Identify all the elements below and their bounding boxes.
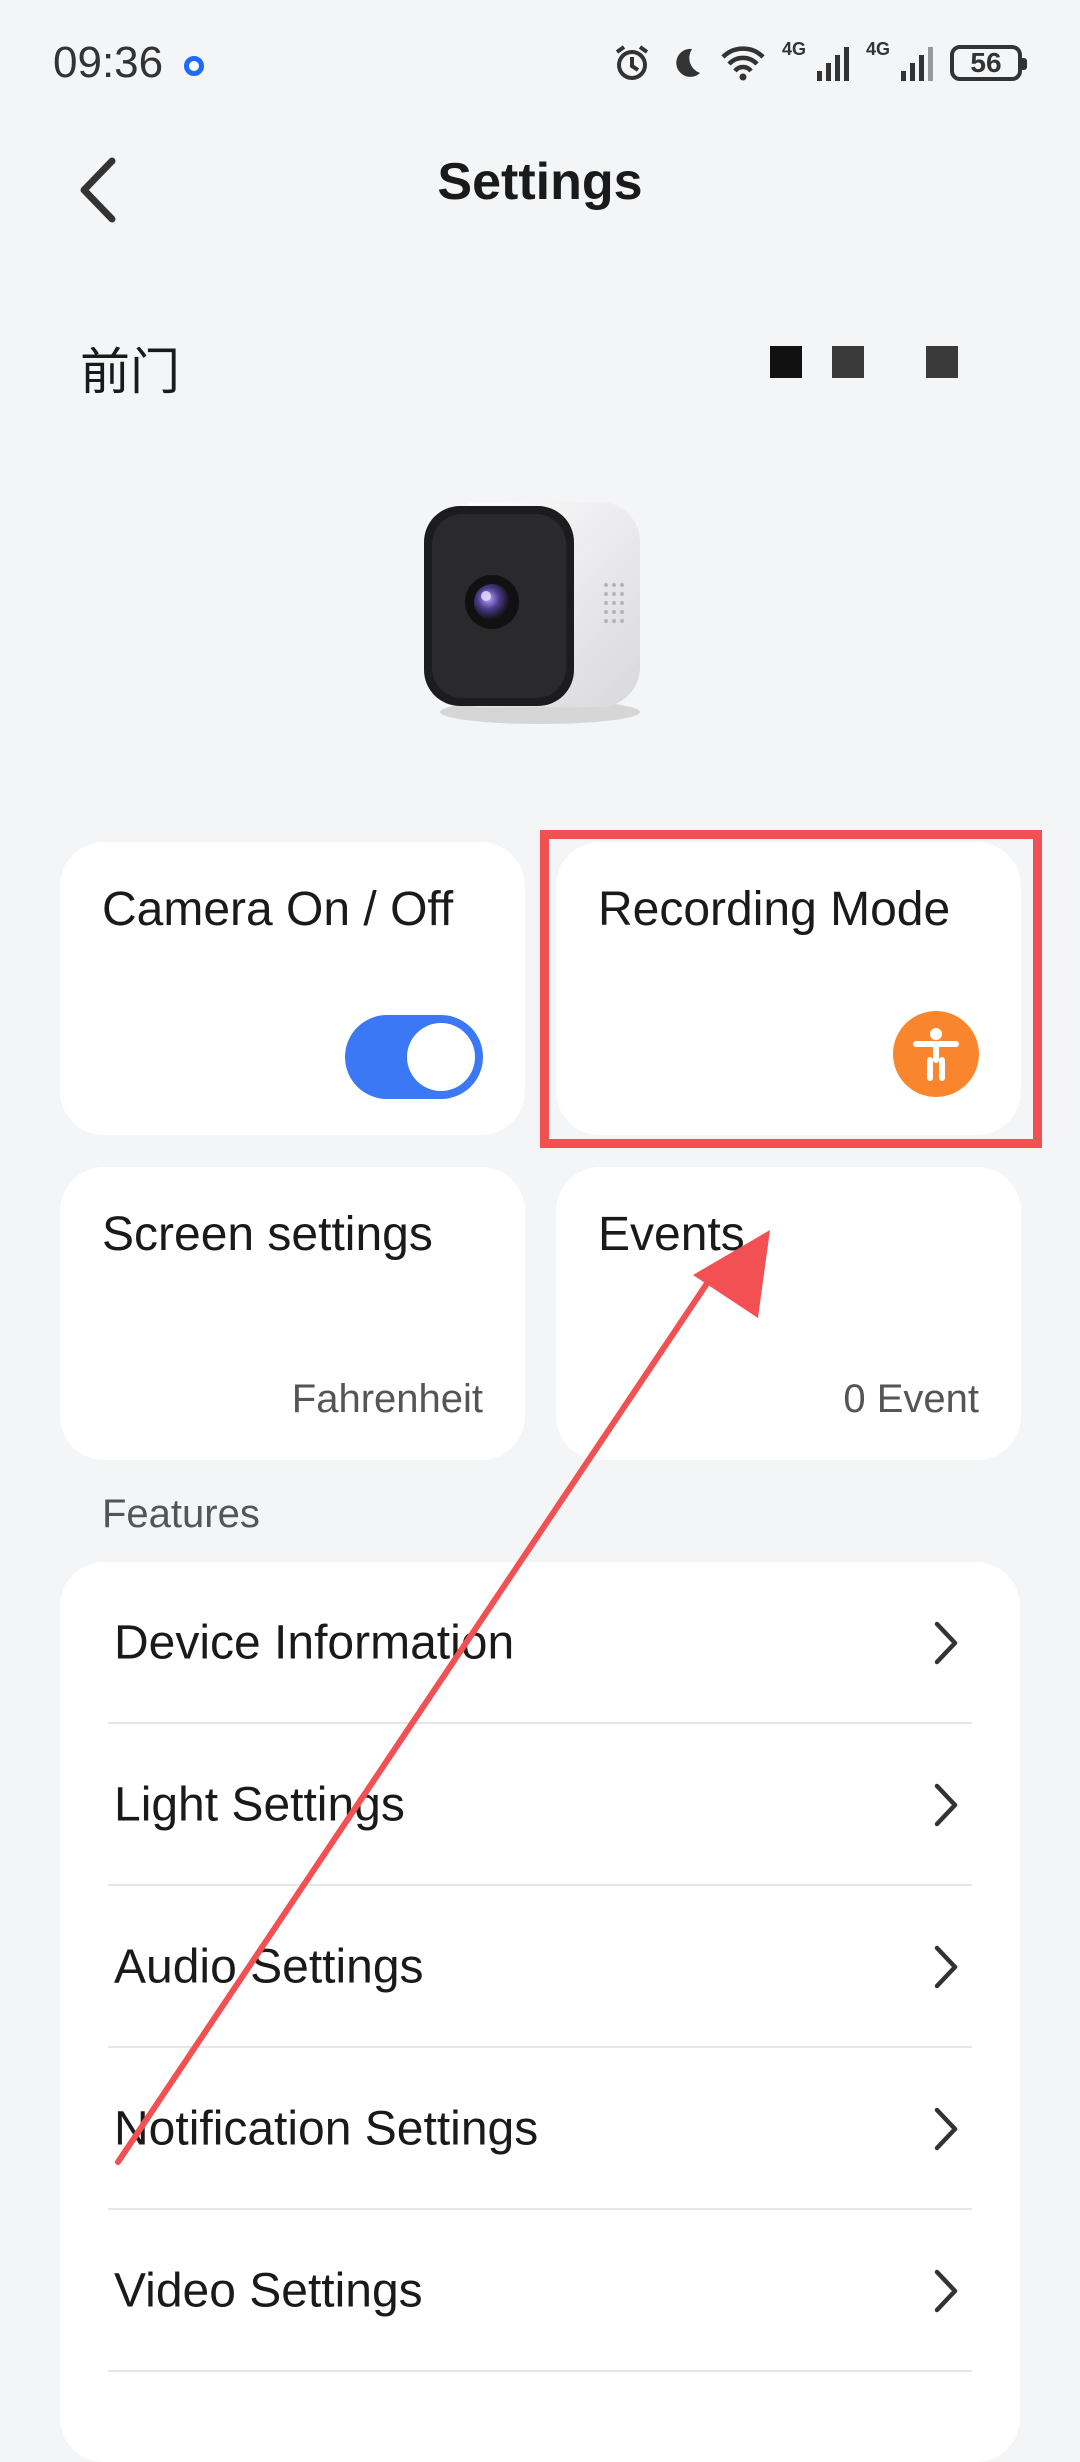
features-list: Device Information Light Settings Audio … — [60, 1562, 1020, 2462]
features-heading: Features — [102, 1492, 260, 1536]
more-menu-icon[interactable] — [770, 346, 958, 378]
menu-dot — [770, 346, 802, 378]
feature-notification-settings[interactable]: Notification Settings — [60, 2048, 1020, 2210]
chevron-right-icon — [934, 1783, 958, 1827]
status-bar: 09:36 4G 4G 56 — [0, 0, 1080, 130]
chevron-right-icon — [934, 2107, 958, 2151]
device-name: 前门 — [80, 344, 180, 400]
status-time: 09:36 — [53, 38, 164, 87]
screen-settings-label: Screen settings — [102, 1208, 433, 1261]
toggle-knob — [407, 1023, 475, 1091]
battery-level: 56 — [970, 47, 1002, 78]
recording-mode-card[interactable]: Recording Mode — [556, 842, 1021, 1135]
status-icons: 4G 4G 56 — [612, 38, 1027, 86]
feature-label: Video Settings — [114, 2264, 423, 2318]
chevron-right-icon — [934, 1621, 958, 1665]
network-label-2: 4G — [865, 38, 890, 59]
feature-video-settings[interactable]: Video Settings — [60, 2210, 1020, 2372]
recording-mode-label: Recording Mode — [598, 883, 951, 936]
app-notification-icon — [184, 56, 204, 76]
feature-audio-settings[interactable]: Audio Settings — [60, 1886, 1020, 2048]
feature-label: Light Settings — [114, 1778, 405, 1832]
battery-icon: 56 — [950, 45, 1027, 81]
feature-device-information[interactable]: Device Information — [60, 1562, 1020, 1724]
menu-dot — [832, 346, 864, 378]
feature-light-settings[interactable]: Light Settings — [60, 1724, 1020, 1886]
moon-icon — [676, 48, 700, 77]
chevron-right-icon — [934, 2269, 958, 2313]
feature-label: Notification Settings — [114, 2102, 539, 2156]
feature-label: Device Information — [114, 1616, 515, 1670]
recording-mode-badge — [893, 1011, 979, 1097]
wifi-icon — [721, 46, 765, 81]
camera-power-card[interactable]: Camera On / Off — [60, 842, 525, 1135]
alarm-icon — [615, 45, 649, 80]
camera-power-label: Camera On / Off — [102, 883, 454, 936]
network-label-1: 4G — [781, 38, 806, 59]
events-value: 0 Event — [843, 1377, 979, 1421]
page-title: Settings — [437, 153, 643, 211]
events-card[interactable]: Events 0 Event — [556, 1167, 1021, 1460]
menu-dot — [926, 346, 958, 378]
person-icon — [913, 1028, 959, 1081]
signal-icon-2 — [901, 47, 933, 81]
camera-power-toggle[interactable] — [345, 1015, 483, 1099]
signal-icon — [816, 47, 849, 81]
camera-image — [424, 502, 640, 724]
screen-settings-card[interactable]: Screen settings Fahrenheit — [60, 1167, 525, 1460]
feature-label: Audio Settings — [114, 1940, 424, 1994]
divider — [108, 2370, 972, 2372]
chevron-right-icon — [934, 1945, 958, 1989]
events-label: Events — [598, 1208, 745, 1261]
screen-settings-value: Fahrenheit — [291, 1377, 483, 1421]
